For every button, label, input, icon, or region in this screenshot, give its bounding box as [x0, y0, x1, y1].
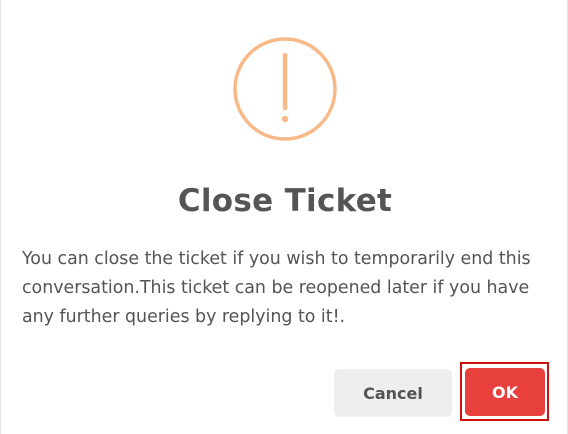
ok-button[interactable]: OK	[465, 368, 545, 416]
close-ticket-dialog: Close Ticket You can close the ticket if…	[0, 0, 568, 434]
dialog-title: Close Ticket	[177, 183, 393, 219]
cancel-button[interactable]: Cancel	[334, 369, 452, 417]
exclamation-circle-icon	[233, 37, 337, 141]
dialog-message: You can close the ticket if you wish to …	[22, 249, 531, 327]
